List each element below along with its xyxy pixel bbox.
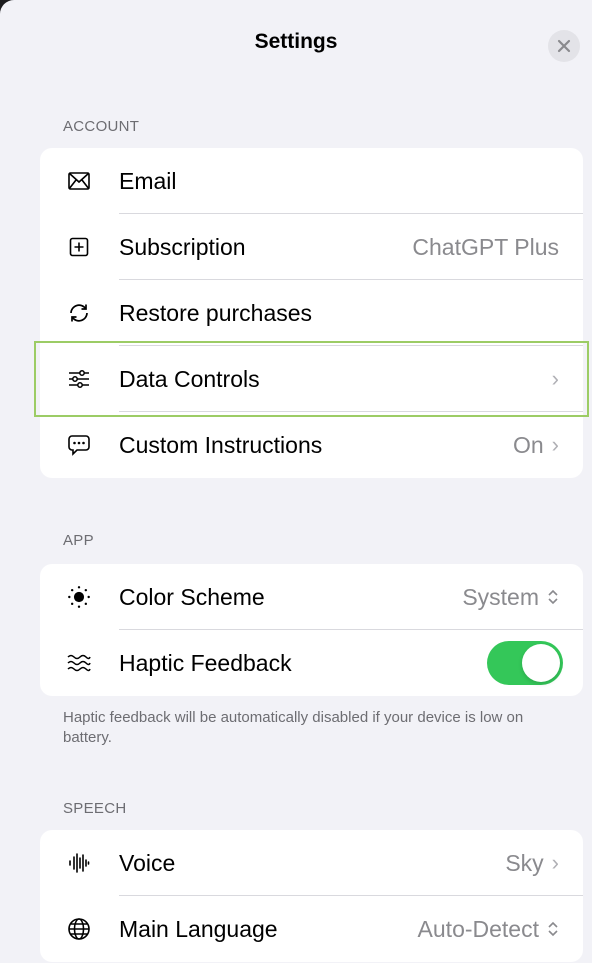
row-color-scheme-value[interactable]: System: [462, 584, 559, 611]
row-data-controls[interactable]: Data Controls ›: [40, 346, 583, 412]
row-color-scheme-label: Color Scheme: [119, 583, 265, 610]
row-email[interactable]: Email: [40, 148, 583, 214]
settings-sheet: Settings ACCOUNT Email Subscription Chat…: [0, 0, 592, 963]
close-icon: [557, 39, 571, 53]
row-haptic-feedback: Haptic Feedback: [40, 630, 583, 696]
chevron-right-icon: ›: [551, 366, 559, 391]
close-button[interactable]: [548, 30, 580, 62]
envelope-icon: [67, 169, 91, 193]
row-main-language[interactable]: Main Language Auto-Detect: [40, 896, 583, 962]
haptic-footnote: Haptic feedback will be automatically di…: [63, 709, 524, 746]
custom-instructions-status: On: [512, 431, 544, 458]
row-restore-label: Restore purchases: [119, 299, 313, 326]
page-title: Settings: [254, 30, 338, 53]
globe-icon: [67, 917, 91, 941]
chat-bubble-icon: [67, 433, 91, 457]
row-voice[interactable]: Voice Sky ›: [40, 830, 583, 896]
section-header-speech: SPEECH: [63, 800, 127, 817]
row-subscription-value: ChatGPT Plus: [412, 234, 559, 261]
section-header-account: ACCOUNT: [63, 118, 140, 135]
sliders-icon: [67, 367, 91, 391]
subscription-plan-text: ChatGPT Plus: [412, 233, 559, 260]
language-selected: Auto-Detect: [417, 915, 539, 942]
row-subscription[interactable]: Subscription ChatGPT Plus: [40, 214, 583, 280]
speech-group: Voice Sky › Main Language Auto-Detect: [40, 830, 583, 962]
chevron-updown-icon: [547, 920, 559, 938]
row-custom-instructions-value: On ›: [513, 432, 559, 459]
waves-icon: [67, 651, 91, 675]
row-voice-label: Voice: [119, 849, 176, 876]
section-header-app: APP: [63, 532, 94, 549]
chevron-right-icon: ›: [551, 850, 559, 875]
app-group: Color Scheme System Haptic Feedback: [40, 564, 583, 696]
row-voice-value: Sky ›: [505, 850, 559, 877]
plus-square-icon: [67, 235, 91, 259]
chevron-updown-icon: [547, 588, 559, 606]
chevron-right-icon: ›: [551, 432, 559, 457]
haptic-feedback-toggle[interactable]: [487, 641, 563, 685]
row-subscription-label: Subscription: [119, 233, 246, 260]
row-main-language-value[interactable]: Auto-Detect: [418, 916, 559, 943]
color-scheme-selected: System: [462, 583, 539, 610]
sun-icon: [67, 585, 91, 609]
row-custom-instructions-label: Custom Instructions: [119, 431, 323, 458]
toggle-knob: [522, 644, 560, 682]
sheet-corner: [0, 0, 14, 14]
account-group: Email Subscription ChatGPT Plus Restore …: [40, 148, 583, 478]
waveform-icon: [67, 851, 91, 875]
row-email-label: Email: [119, 167, 177, 194]
refresh-icon: [67, 301, 91, 325]
row-haptic-label: Haptic Feedback: [119, 649, 292, 676]
row-restore-purchases[interactable]: Restore purchases: [40, 280, 583, 346]
row-custom-instructions[interactable]: Custom Instructions On ›: [40, 412, 583, 478]
row-color-scheme[interactable]: Color Scheme System: [40, 564, 583, 630]
row-data-controls-label: Data Controls: [119, 365, 260, 392]
row-data-controls-value: ›: [552, 366, 559, 392]
row-main-language-label: Main Language: [119, 915, 278, 942]
voice-selected: Sky: [505, 849, 544, 876]
